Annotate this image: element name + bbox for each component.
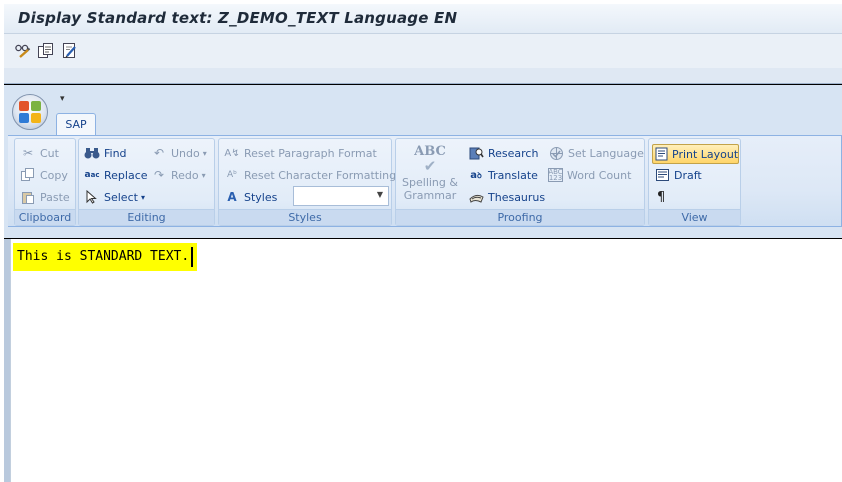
- select-label: Select: [104, 190, 138, 204]
- redo-label: Redo: [171, 168, 199, 182]
- thesaurus-button[interactable]: Thesaurus: [468, 187, 545, 207]
- editing-group: Find a ac Replace Select ▾ ↶ Undo ▾ ↷ Red…: [78, 138, 215, 226]
- draft-button[interactable]: Draft: [654, 165, 702, 185]
- translate-button[interactable]: aꝺ Translate: [468, 165, 538, 185]
- paste-icon: [20, 189, 36, 205]
- office-button[interactable]: [12, 94, 48, 130]
- proofing-group: ABC ✔ Spelling & Grammar Research aꝺ Tra…: [395, 138, 645, 226]
- reset-paragraph-format-button[interactable]: A↯ Reset Paragraph Format: [224, 143, 377, 163]
- document-text: This is STANDARD TEXT.: [17, 249, 190, 264]
- document-page[interactable]: This is STANDARD TEXT.: [10, 239, 842, 482]
- edit-pencil-icon[interactable]: [61, 42, 78, 59]
- spelling-label: Spelling &: [402, 176, 458, 189]
- reset-character-formatting-button[interactable]: Aᵇ Reset Character Formatting: [224, 165, 396, 185]
- sap-title-bar: Display Standard text: Z_DEMO_TEXT Langu…: [4, 4, 842, 34]
- paste-button[interactable]: Paste: [20, 187, 70, 207]
- styles-combo-box[interactable]: ▼: [293, 186, 389, 206]
- grammar-label: Grammar: [403, 189, 457, 202]
- copy-icon: [20, 167, 36, 183]
- copy-label: Copy: [40, 168, 68, 182]
- clipboard-group: ✂ Cut Copy Paste Clipboard: [14, 138, 76, 226]
- select-dropdown-icon: ▾: [140, 192, 145, 202]
- editing-group-label: Editing: [79, 209, 214, 225]
- cursor-arrow-icon: [84, 189, 100, 205]
- view-group-label: View: [649, 209, 740, 225]
- scissors-icon: ✂: [22, 146, 34, 160]
- globe-check-icon: [548, 145, 564, 161]
- spelling-grammar-button[interactable]: ABC ✔ Spelling & Grammar: [399, 141, 461, 207]
- quick-access-dropdown-icon[interactable]: ▾: [60, 94, 65, 104]
- text-cursor: [191, 246, 194, 267]
- replace-button[interactable]: a ac Replace: [84, 165, 148, 185]
- draft-icon: [654, 167, 670, 183]
- reset-paragraph-label: Reset Paragraph Format: [244, 146, 377, 160]
- sap-toolbar-separator: [4, 68, 842, 84]
- sap-application-toolbar: [4, 34, 842, 68]
- thesaurus-label: Thesaurus: [488, 190, 546, 204]
- find-label: Find: [104, 146, 127, 160]
- document-frame: This is STANDARD TEXT.: [4, 238, 842, 482]
- document-text-line[interactable]: This is STANDARD TEXT.: [13, 243, 198, 271]
- redo-icon: ↷: [153, 168, 165, 182]
- research-book-icon: [468, 145, 484, 161]
- translate-icon: aꝺ: [470, 169, 482, 181]
- word-count-icon: ABC 123: [548, 168, 563, 182]
- glasses-icon[interactable]: [14, 42, 31, 59]
- clipboard-group-label: Clipboard: [15, 209, 75, 225]
- reset-character-icon: Aᵇ: [226, 170, 237, 180]
- tab-sap[interactable]: SAP: [56, 113, 96, 135]
- window-title: Display Standard text: Z_DEMO_TEXT Langu…: [18, 9, 458, 27]
- undo-label: Undo: [171, 146, 200, 160]
- ribbon-body: ✂ Cut Copy Paste Clipboard Find a ac Rep…: [8, 135, 842, 227]
- styles-icon: A: [227, 190, 237, 204]
- reset-paragraph-icon: A↯: [224, 147, 240, 159]
- word-count-label: Word Count: [567, 168, 632, 182]
- styles-button[interactable]: A Styles: [224, 187, 277, 207]
- redo-dropdown-icon: ▾: [201, 170, 206, 180]
- cut-button[interactable]: ✂ Cut: [20, 143, 59, 163]
- checkmark-icon: ✔: [423, 157, 437, 175]
- translate-label: Translate: [488, 168, 538, 182]
- reset-character-label: Reset Character Formatting: [244, 168, 397, 182]
- draft-label: Draft: [674, 168, 702, 182]
- show-hide-formatting-button[interactable]: ¶: [657, 187, 665, 207]
- paste-label: Paste: [40, 190, 70, 204]
- styles-label: Styles: [244, 190, 278, 204]
- redo-button[interactable]: ↷ Redo ▾: [151, 165, 206, 185]
- page-layout-icon: [655, 146, 668, 162]
- set-language-label: Set Language: [568, 146, 644, 160]
- set-language-button[interactable]: Set Language: [548, 143, 644, 163]
- proofing-group-label: Proofing: [396, 209, 644, 225]
- word-count-button[interactable]: ABC 123 Word Count: [548, 165, 631, 185]
- styles-group: A↯ Reset Paragraph Format Aᵇ Reset Chara…: [218, 138, 396, 226]
- view-group: Print Layout Draft ¶ View: [648, 138, 741, 226]
- styles-group-label: Styles: [219, 209, 391, 225]
- thesaurus-icon: [468, 189, 484, 205]
- replace-icon: a ac: [84, 170, 100, 180]
- undo-button[interactable]: ↶ Undo ▾: [151, 143, 207, 163]
- word-ribbon-frame: ▾ SAP ✂ Cut Copy Paste Clipboard Find a …: [4, 84, 842, 238]
- undo-icon: ↶: [153, 146, 165, 160]
- print-layout-label: Print Layout: [672, 147, 739, 161]
- office-logo-icon: [19, 101, 41, 123]
- find-button[interactable]: Find: [84, 143, 127, 163]
- copy-button[interactable]: Copy: [20, 165, 68, 185]
- research-button[interactable]: Research: [468, 143, 538, 163]
- undo-dropdown-icon: ▾: [202, 148, 207, 158]
- object-copy-icon[interactable]: [37, 42, 54, 59]
- print-layout-button[interactable]: Print Layout: [652, 144, 739, 164]
- binoculars-icon: [84, 145, 100, 161]
- cut-label: Cut: [40, 146, 59, 160]
- research-label: Research: [488, 146, 539, 160]
- select-button[interactable]: Select ▾: [84, 187, 145, 207]
- styles-combo-dropdown-icon: ▼: [376, 190, 383, 199]
- replace-label: Replace: [104, 168, 148, 182]
